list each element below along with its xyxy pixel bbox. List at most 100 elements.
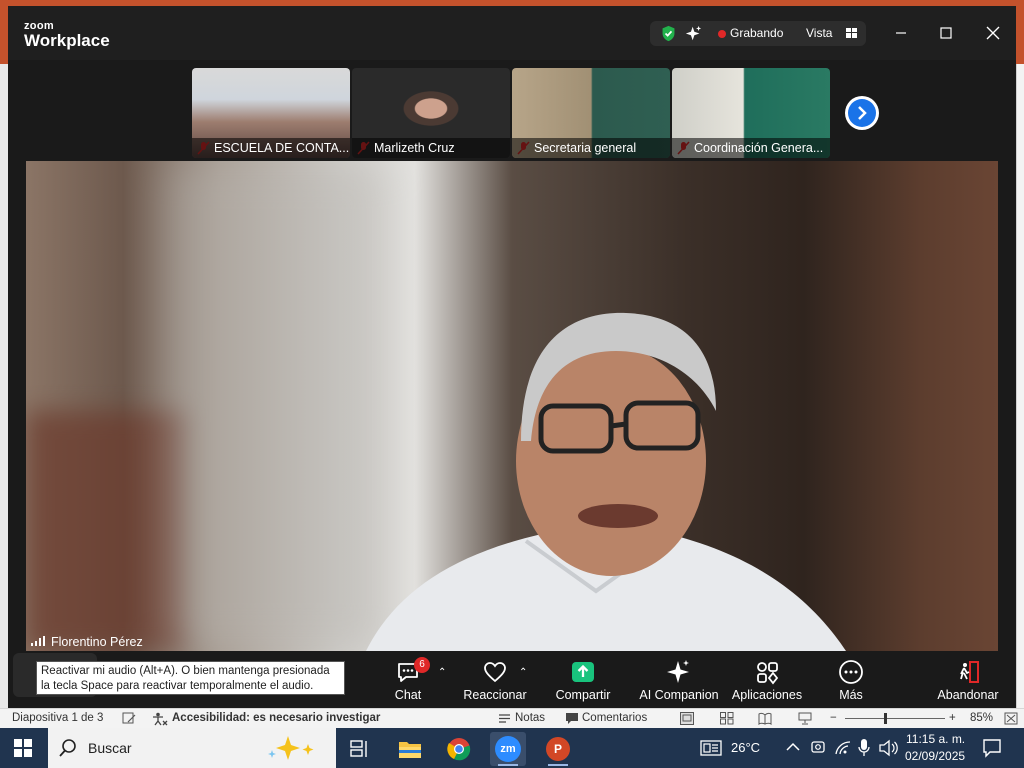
chrome-button[interactable]	[441, 732, 477, 766]
camera-tray-icon[interactable]	[810, 739, 826, 757]
leave-button[interactable]: Abandonar	[933, 651, 1003, 708]
clock-date[interactable]: 02/09/2025	[905, 749, 965, 763]
active-speaker-video[interactable]: Florentino Pérez	[26, 161, 998, 651]
view-label[interactable]: Vista	[806, 26, 832, 40]
more-icon	[839, 660, 863, 684]
chat-unread-badge: 6	[414, 657, 430, 673]
more-button[interactable]: Más	[826, 651, 876, 708]
heart-icon	[484, 662, 506, 683]
slideshow-icon[interactable]	[798, 712, 812, 725]
search-placeholder: Buscar	[88, 740, 132, 756]
temperature[interactable]: 26°C	[731, 740, 760, 755]
task-view-button[interactable]	[342, 732, 378, 766]
zoom-slider-thumb[interactable]	[884, 713, 887, 724]
share-button[interactable]: Compartir	[548, 651, 618, 708]
ai-companion-label: AI Companion	[639, 688, 719, 702]
open-app-indicator	[548, 764, 568, 766]
leave-icon	[960, 661, 979, 683]
task-view-icon	[350, 740, 367, 757]
unmute-tooltip: Reactivar mi audio (Alt+A). O bien mante…	[36, 661, 345, 695]
ai-companion-button[interactable]: AI Companion	[636, 651, 722, 708]
apps-label: Aplicaciones	[731, 688, 803, 702]
notes-icon	[499, 714, 510, 723]
participant-name: Marlizeth Cruz	[352, 138, 510, 158]
zoom-meeting-window: zoom Workplace Grabando Vista ESCUELA DE…	[8, 6, 1016, 708]
notes-button[interactable]: Notas	[515, 712, 545, 724]
zoom-workplace-text: Workplace	[24, 31, 110, 50]
wifi-icon[interactable]	[834, 740, 852, 756]
participant-thumbnail[interactable]: Coordinación Genera...	[672, 68, 830, 158]
react-button[interactable]: Reaccionar	[455, 651, 535, 708]
powerpoint-left-edge	[0, 64, 8, 708]
reading-view-icon[interactable]	[758, 712, 772, 725]
zoom-app-icon: zm	[495, 736, 521, 762]
comment-icon	[566, 713, 578, 724]
shield-check-icon[interactable]	[660, 25, 677, 42]
next-participants-button[interactable]	[845, 96, 879, 130]
recording-dot-icon	[718, 30, 726, 38]
ai-companion-icon	[667, 660, 689, 683]
search-icon	[59, 739, 76, 757]
zoom-app-button[interactable]: zm	[490, 732, 526, 766]
zoom-in-button[interactable]: +	[949, 712, 956, 724]
recording-label[interactable]: Grabando	[730, 26, 783, 40]
slide-sorter-icon[interactable]	[720, 712, 734, 725]
participant-name: Secretaria general	[512, 138, 670, 158]
react-label: Reaccionar	[463, 688, 527, 702]
maximize-icon[interactable]	[933, 20, 959, 46]
taskbar-search-box[interactable]: Buscar	[48, 728, 336, 768]
chat-caret-icon[interactable]: ⌃	[438, 667, 446, 678]
share-screen-icon	[572, 662, 594, 682]
grid-view-icon[interactable]	[846, 28, 857, 38]
share-label: Compartir	[555, 688, 611, 702]
microphone-icon[interactable]	[858, 738, 870, 758]
apps-icon	[757, 662, 779, 685]
powerpoint-app-button[interactable]: P	[540, 732, 576, 766]
notifications-icon[interactable]	[982, 738, 1002, 758]
accessibility-status[interactable]: Accesibilidad: es necesario investigar	[172, 712, 380, 724]
chrome-icon	[447, 738, 471, 761]
zoom-level[interactable]: 85%	[970, 712, 993, 724]
close-icon[interactable]	[980, 20, 1006, 46]
folder-icon	[399, 742, 421, 758]
minimize-icon[interactable]	[888, 20, 914, 46]
file-explorer-button[interactable]	[392, 732, 428, 766]
normal-view-icon[interactable]	[680, 712, 694, 725]
active-app-indicator	[498, 764, 518, 766]
participant-thumbnail[interactable]: Marlizeth Cruz	[352, 68, 510, 158]
video-background-blur	[26, 411, 186, 651]
participant-thumbnail[interactable]: ESCUELA DE CONTA...	[192, 68, 350, 158]
meeting-status-pill: Grabando Vista	[650, 21, 866, 46]
desktop: zoom Workplace Grabando Vista ESCUELA DE…	[0, 0, 1024, 768]
comments-button[interactable]: Comentarios	[582, 712, 647, 724]
apps-button[interactable]: Aplicaciones	[730, 651, 804, 708]
ai-sparkle-icon[interactable]	[685, 25, 702, 42]
chevron-up-icon[interactable]	[786, 742, 800, 752]
slide-counter: Diapositiva 1 de 3	[12, 712, 104, 724]
participant-thumbnail[interactable]: Secretaria general	[512, 68, 670, 158]
powerpoint-app-icon: P	[546, 737, 570, 761]
more-label: Más	[839, 688, 863, 702]
zoom-titlebar: zoom Workplace Grabando Vista	[8, 6, 1016, 60]
windows-start-icon[interactable]	[14, 739, 32, 757]
weather-widget-icon[interactable]	[700, 740, 722, 756]
fit-to-window-icon[interactable]	[1004, 712, 1018, 725]
clock-time[interactable]: 11:15 a. m.	[906, 732, 965, 746]
chevron-right-icon	[848, 99, 876, 127]
zoom-out-button[interactable]: −	[830, 712, 837, 724]
spellcheck-icon[interactable]	[122, 712, 136, 725]
zoom-slider-track[interactable]	[845, 718, 945, 719]
chat-label: Chat	[394, 688, 422, 702]
powerpoint-right-scrollbar[interactable]	[1016, 64, 1024, 708]
accessibility-icon[interactable]	[152, 712, 168, 726]
participant-name: ESCUELA DE CONTA...	[192, 138, 350, 158]
speaker-person-image	[366, 312, 846, 651]
participant-name: Coordinación Genera...	[672, 138, 830, 158]
react-caret-icon[interactable]: ⌃	[519, 667, 527, 678]
sparkle-highlight-icon[interactable]	[266, 734, 322, 762]
speaker-volume-icon[interactable]	[878, 739, 898, 757]
chat-button[interactable]: 6 Chat	[378, 651, 438, 708]
active-speaker-name: Florentino Pérez	[51, 635, 143, 649]
powerpoint-status-bar: Diapositiva 1 de 3 Accesibilidad: es nec…	[0, 708, 1024, 728]
windows-taskbar: Buscar zm P 26°C 11:15 a. m. 02/09/2025	[0, 728, 1024, 768]
